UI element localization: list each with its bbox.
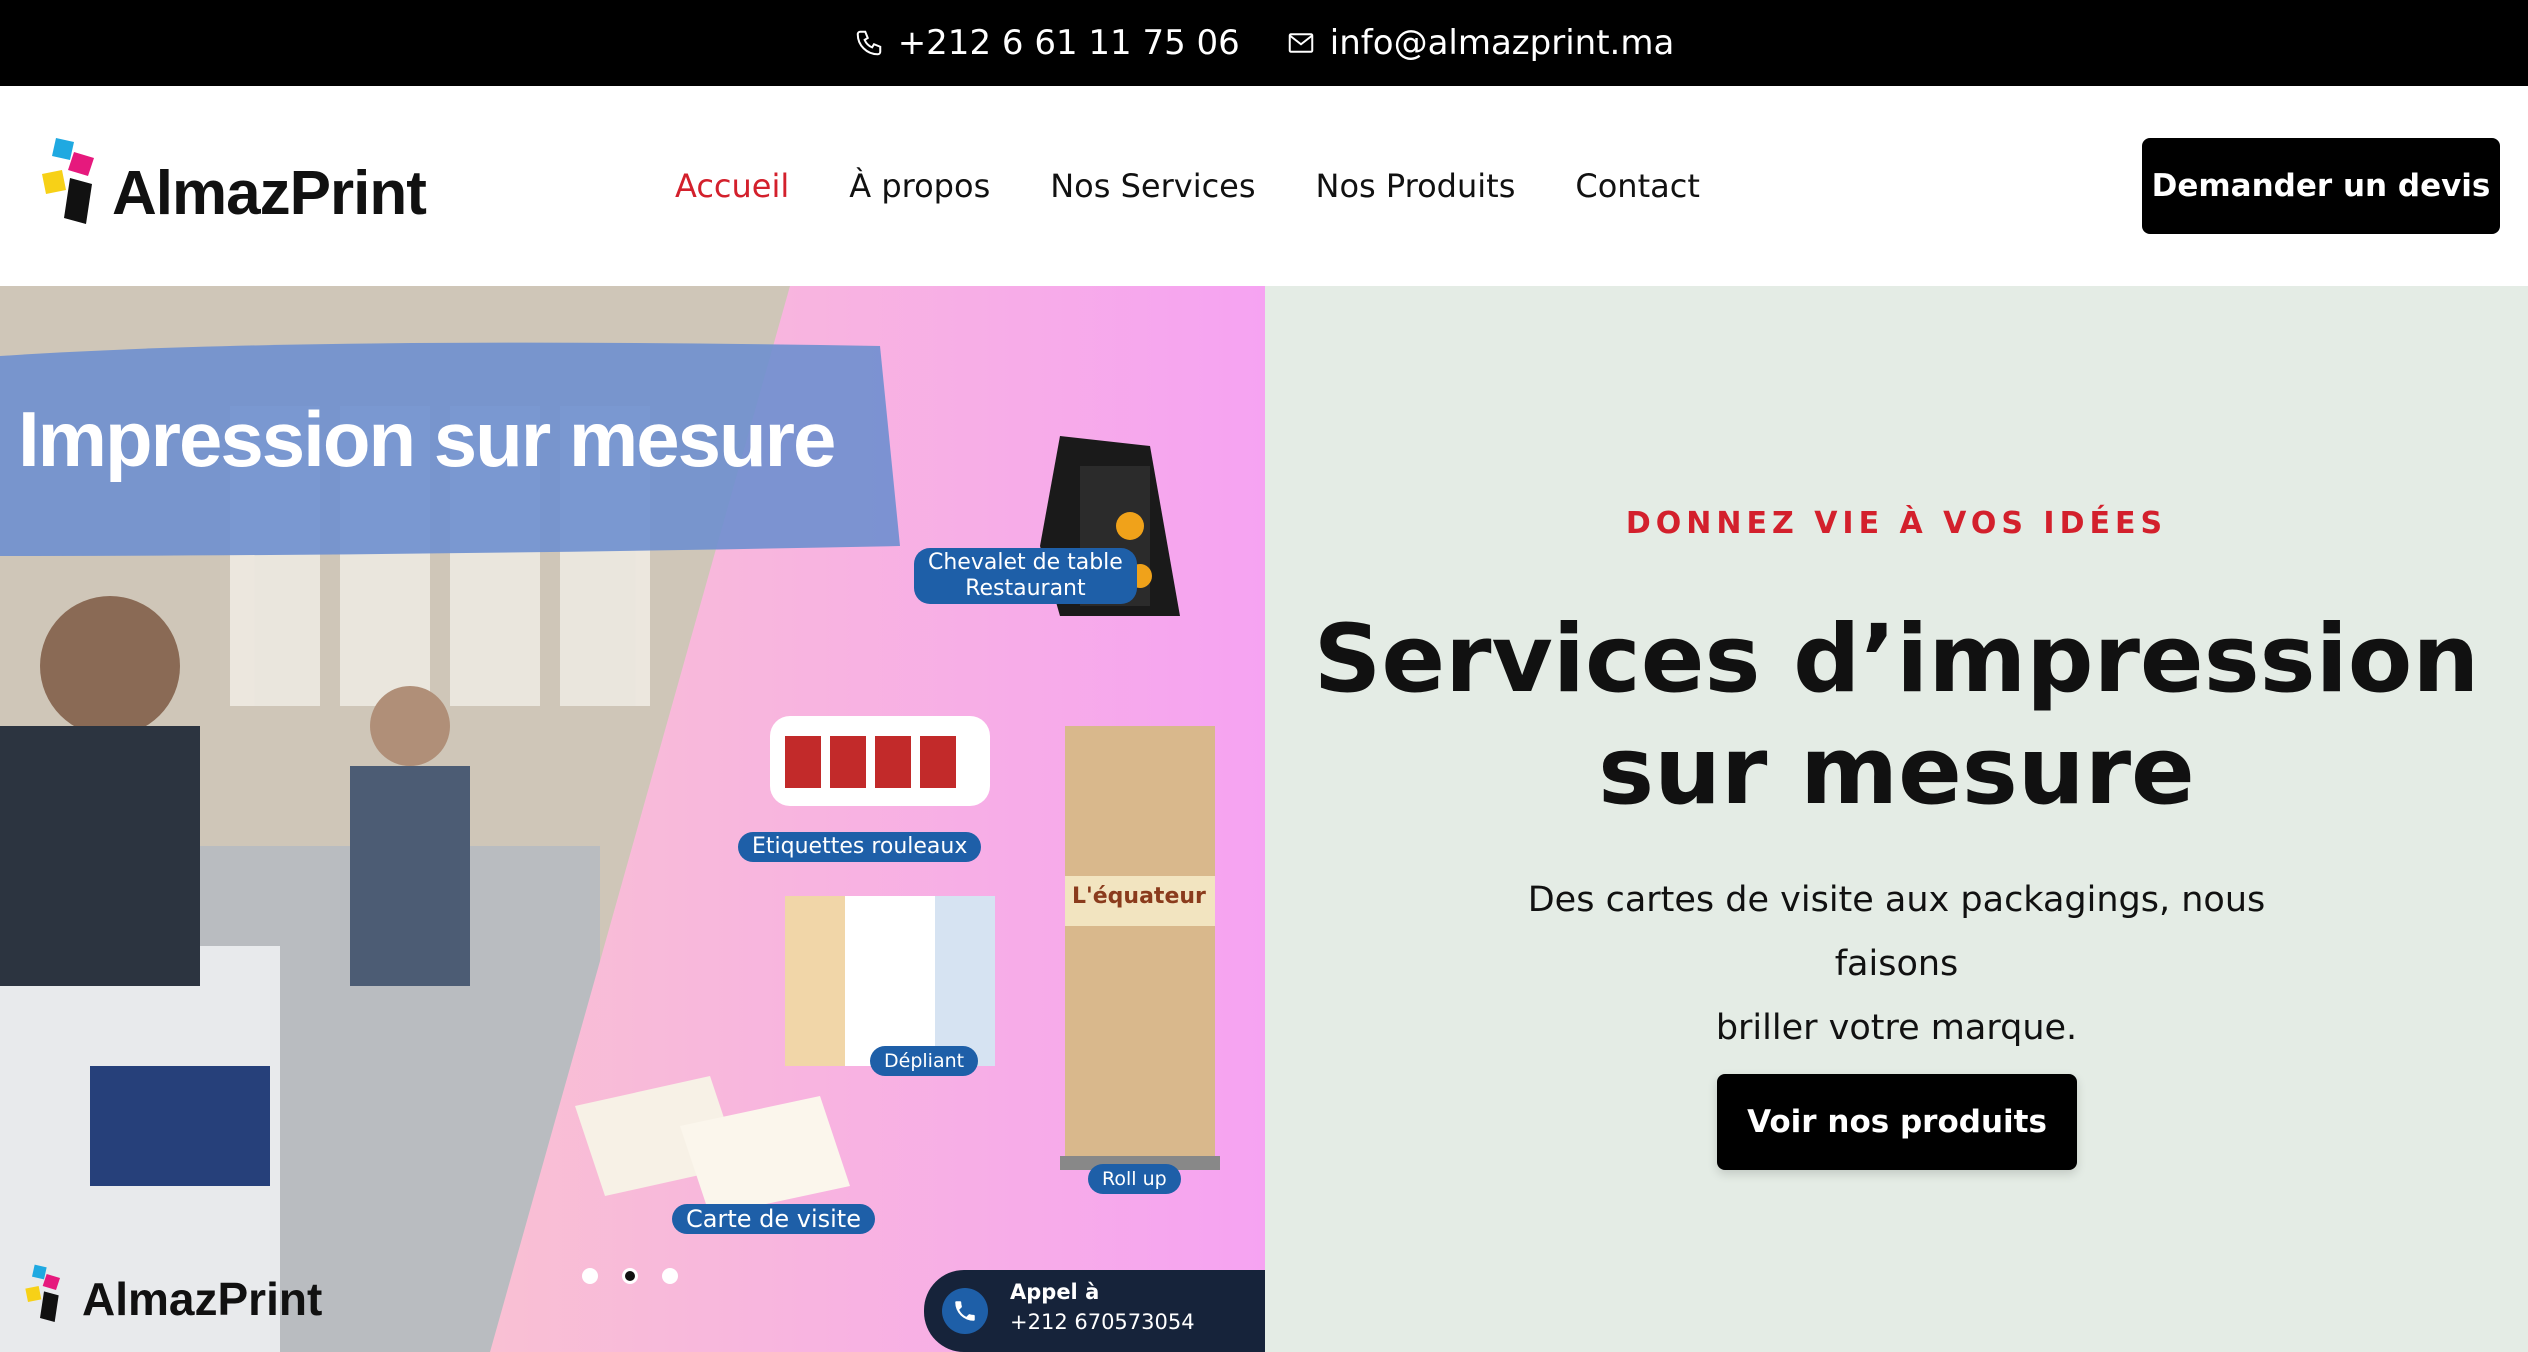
- site-logo[interactable]: AlmazPrint: [40, 138, 460, 238]
- phone-number: +212 6 61 11 75 06: [897, 23, 1240, 63]
- logo-mark-icon: [25, 1264, 60, 1322]
- email-contact[interactable]: info@almazprint.ma: [1286, 23, 1675, 63]
- nav-item-accueil[interactable]: Accueil: [675, 167, 789, 205]
- logo-text: AlmazPrint: [112, 159, 427, 228]
- call-box[interactable]: Appel à +212 670573054: [924, 1270, 1265, 1352]
- rollup-brand: L'équateur: [1072, 884, 1206, 909]
- call-label: Appel à: [1010, 1280, 1100, 1304]
- label-depliant: Dépliant: [870, 1046, 979, 1076]
- slide-title: Impression sur mesure: [18, 395, 836, 483]
- hero-slider[interactable]: Impression sur mesure Chevalet de table …: [0, 286, 1265, 1352]
- nav-item-a-propos[interactable]: À propos: [849, 167, 990, 205]
- phone-contact[interactable]: +212 6 61 11 75 06: [854, 23, 1240, 63]
- slide-logo-text: AlmazPrint: [82, 1273, 323, 1325]
- slider-dot-1[interactable]: [582, 1268, 598, 1284]
- slider-dot-3[interactable]: [662, 1268, 678, 1284]
- slider-dots: [582, 1268, 678, 1284]
- mail-icon: [1288, 33, 1314, 53]
- nav-item-nos-produits[interactable]: Nos Produits: [1316, 167, 1516, 205]
- hero-lead-line2: briller votre marque.: [1715, 1008, 2078, 1048]
- call-number: +212 670573054: [1010, 1310, 1195, 1334]
- hero-lead: Des cartes de visite aux packagings, nou…: [1495, 868, 2298, 1060]
- label-chevalet-line1: Chevalet de table: [928, 550, 1123, 575]
- view-products-button[interactable]: Voir nos produits: [1717, 1074, 2077, 1170]
- hero-title-line2: sur mesure: [1598, 717, 2195, 826]
- site-header: AlmazPrint Accueil À propos Nos Services…: [0, 86, 2528, 286]
- label-rollup: Roll up: [1088, 1164, 1181, 1194]
- request-quote-button[interactable]: Demander un devis: [2142, 138, 2500, 234]
- label-carte: Carte de visite: [672, 1204, 875, 1234]
- slide-logo: AlmazPrint: [24, 1258, 344, 1348]
- hero-title: Services d’impression sur mesure: [1265, 604, 2528, 828]
- phone-icon: [856, 30, 881, 56]
- label-chevalet-line2: Restaurant: [965, 576, 1086, 601]
- email-address: info@almazprint.ma: [1329, 23, 1675, 63]
- top-contact-bar: +212 6 61 11 75 06 info@almazprint.ma: [0, 0, 2528, 86]
- phone-icon: [942, 1288, 988, 1334]
- hero-content: DONNEZ VIE À VOS IDÉES Services d’impres…: [1265, 286, 2528, 1352]
- nav-item-nos-services[interactable]: Nos Services: [1050, 167, 1255, 205]
- slider-dot-2[interactable]: [622, 1268, 638, 1284]
- main-nav: Accueil À propos Nos Services Nos Produi…: [675, 86, 1700, 286]
- hero-eyebrow: DONNEZ VIE À VOS IDÉES: [1625, 506, 2168, 541]
- label-etiquettes: Etiquettes rouleaux: [738, 832, 982, 862]
- hero-title-line1: Services d’impression: [1313, 605, 2480, 714]
- hero-lead-line1: Des cartes de visite aux packagings, nou…: [1527, 880, 2266, 984]
- label-chevalet: Chevalet de table Restaurant: [914, 548, 1137, 604]
- nav-item-contact[interactable]: Contact: [1575, 167, 1700, 205]
